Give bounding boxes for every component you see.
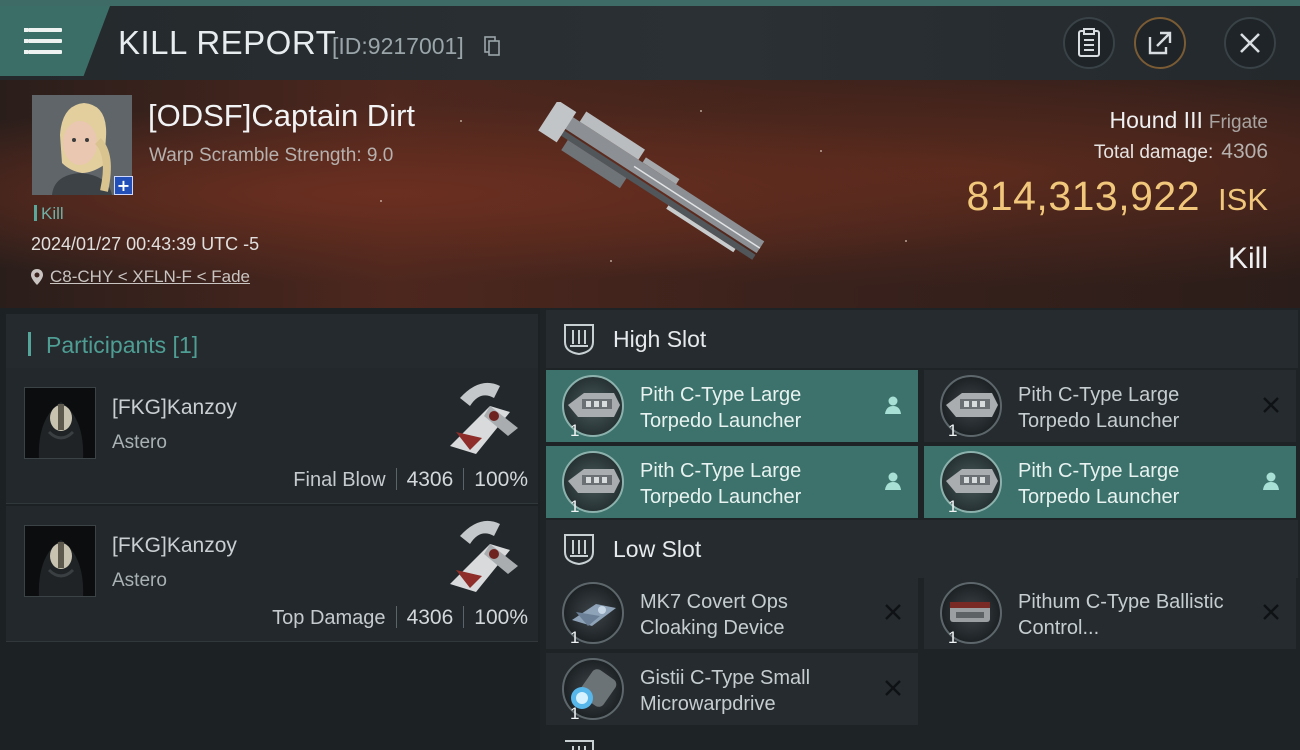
participant-avatar[interactable] [24, 387, 96, 459]
participant-damage: 4306 [406, 606, 454, 629]
module-icon: 1 [936, 375, 1002, 440]
module-name: Pith C-Type Large Torpedo Launcher [640, 460, 802, 508]
participant-portrait [25, 388, 95, 458]
module-name: Pithum C-Type Ballistic Control... [1018, 591, 1224, 639]
module-name: Pith C-Type Large Torpedo Launcher [1018, 384, 1180, 432]
fitting-panel: High Slot 1 Pith C-Type Large Torpedo La… [540, 308, 1300, 750]
next-slot-header-peek [546, 728, 1298, 750]
participant-row[interactable]: [FKG]Kanzoy Astero Final Blow 4306 100% [6, 368, 538, 504]
isk-amount: 814,313,922 [966, 173, 1201, 219]
high-slot-title: High Slot [613, 326, 707, 352]
slot-icon [565, 740, 594, 750]
pilot-icon [1263, 472, 1279, 490]
participant-ship: Astero [112, 570, 167, 591]
total-damage-value: 4306 [1221, 140, 1268, 163]
module-icon: 1 [558, 451, 624, 516]
warp-scramble-strength: Warp Scramble Strength: 9.0 [149, 145, 394, 166]
kill-report-header: KILL REPORT [ID:9217001] [0, 0, 1300, 80]
clipboard-button[interactable] [1063, 17, 1115, 69]
low-slot-module[interactable]: 1 MK7 Covert Ops Cloaking Device [546, 577, 918, 649]
module-icon: 1 [936, 451, 1002, 516]
module-quantity: 1 [948, 497, 958, 516]
high-slot-icon [564, 324, 594, 356]
participant-stats: Final Blow 4306 100% [293, 468, 528, 492]
total-damage: Total damage: 4306 [1094, 140, 1268, 164]
participant-damage: 4306 [406, 468, 454, 491]
high-slot-module[interactable]: 1 Pith C-Type Large Torpedo Launcher [546, 370, 918, 442]
pilot-icon [885, 472, 901, 490]
module-icon: 1 [558, 582, 624, 647]
kill-datetime: 2024/01/27 00:43:39 UTC -5 [31, 234, 260, 254]
close-button[interactable] [1224, 17, 1276, 69]
copy-icon[interactable] [484, 36, 500, 56]
module-icon: 1 [936, 582, 1002, 647]
low-slot-module[interactable]: 1 Pithum C-Type Ballistic Control... [924, 577, 1296, 649]
participants-title: Participants [1] [46, 332, 199, 358]
ship-name[interactable]: Hound III [1110, 107, 1203, 133]
participant-ship: Astero [112, 432, 167, 453]
module-quantity: 1 [570, 628, 580, 647]
participant-row[interactable]: [FKG]Kanzoy Astero Top Damage 4306 100% [6, 506, 538, 642]
high-slot-module[interactable]: 1 Pith C-Type Large Torpedo Launcher [924, 446, 1296, 518]
module-quantity: 1 [948, 421, 958, 440]
participants-panel: Participants [1] [FKG]Kanzoy Astero Fina… [0, 308, 540, 750]
participant-name[interactable]: [FKG]Kanzoy [112, 396, 237, 420]
module-icon: 1 [558, 375, 624, 440]
victim-name[interactable]: [ODSF]Captain Dirt [148, 98, 415, 134]
participant-role: Top Damage [272, 607, 386, 629]
location-pin-icon [31, 269, 43, 285]
participant-portrait [25, 526, 95, 596]
low-slot-icon [564, 534, 594, 566]
participant-name[interactable]: [FKG]Kanzoy [112, 534, 237, 558]
report-id: [ID:9217001] [332, 33, 464, 59]
destroyed-icon [885, 604, 901, 620]
close-icon [1240, 33, 1260, 53]
participant-ship-image [450, 382, 518, 454]
participant-avatar[interactable] [24, 525, 96, 597]
ship-class: Frigate [1208, 112, 1268, 133]
low-slot-header: Low Slot [546, 520, 1298, 578]
module-name: Pith C-Type Large Torpedo Launcher [640, 384, 802, 432]
victim-ship-image [538, 102, 765, 260]
destroyed-icon [1263, 397, 1279, 413]
module-quantity: 1 [570, 497, 580, 516]
pilot-icon [885, 396, 901, 414]
page-title: KILL REPORT [118, 24, 337, 61]
ship-info: Hound III Frigate [1110, 107, 1268, 134]
module-name: Pith C-Type Large Torpedo Launcher [1018, 460, 1180, 508]
clipboard-icon [1078, 28, 1100, 57]
module-name: Gistii C-Type Small Microwarpdrive [640, 667, 811, 715]
participant-percent: 100% [474, 468, 528, 491]
add-contact-button[interactable]: + [114, 176, 133, 195]
participants-header: Participants [1] [6, 314, 538, 370]
kill-location[interactable]: C8-CHY < XFLN-F < Fade [30, 267, 250, 287]
isk-unit: ISK [1218, 182, 1268, 217]
destroyed-icon [885, 680, 901, 696]
location-link[interactable]: C8-CHY < XFLN-F < Fade [50, 267, 250, 287]
low-slot-title: Low Slot [613, 536, 702, 562]
isk-value: 814,313,922 ISK [967, 173, 1268, 220]
menu-button[interactable] [0, 6, 110, 76]
victim-summary: + [ODSF]Captain Dirt Warp Scramble Stren… [0, 80, 1300, 308]
high-slot-module[interactable]: 1 Pith C-Type Large Torpedo Launcher [546, 446, 918, 518]
participant-stats: Top Damage 4306 100% [272, 606, 528, 630]
module-icon: 1 [558, 658, 624, 723]
module-quantity: 1 [948, 628, 958, 647]
result-label: Kill [1227, 242, 1268, 275]
low-slot-module[interactable]: 1 Gistii C-Type Small Microwarpdrive [546, 653, 918, 725]
destroyed-icon [1263, 604, 1279, 620]
module-quantity: 1 [570, 704, 580, 723]
participant-percent: 100% [474, 606, 528, 629]
share-button[interactable] [1134, 17, 1186, 69]
module-name: MK7 Covert Ops Cloaking Device [640, 591, 788, 639]
kill-tag: Kill [34, 204, 64, 224]
share-icon [1148, 31, 1172, 55]
participant-ship-image [450, 520, 518, 592]
high-slot-module[interactable]: 1 Pith C-Type Large Torpedo Launcher [924, 370, 1296, 442]
high-slot-header: High Slot [546, 310, 1298, 368]
participant-role: Final Blow [293, 469, 386, 491]
total-damage-label: Total damage: [1093, 142, 1214, 163]
module-quantity: 1 [570, 421, 580, 440]
